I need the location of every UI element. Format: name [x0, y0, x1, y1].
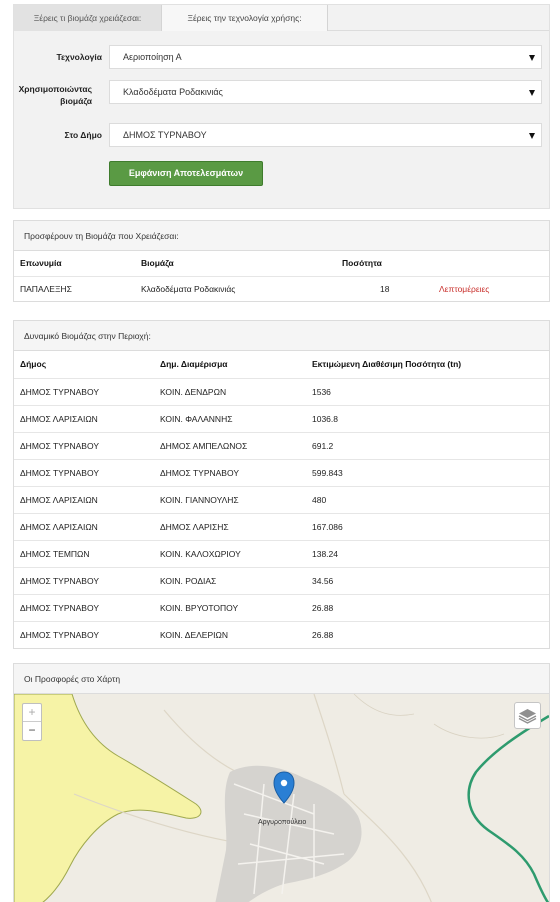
district-cell: ΚΟΙΝ. ΔΕΛΕΡΙΩΝ [160, 630, 228, 640]
municipality-cell: ΔΗΜΟΣ ΤΥΡΝΑΒΟΥ [20, 468, 99, 478]
col-district: Δημ. Διαμέρισμα [160, 359, 228, 369]
town-label: Αργυροπούλειο [258, 819, 307, 826]
municipality-cell: ΔΗΜΟΣ ΤΥΡΝΑΒΟΥ [20, 576, 99, 586]
chevron-down-icon [529, 55, 535, 61]
district-cell: ΔΗΜΟΣ ΤΥΡΝΑΒΟΥ [160, 468, 239, 478]
technology-select[interactable]: Αεριοποίηση Α [109, 45, 542, 69]
district-cell: ΚΟΙΝ. ΔΕΝΔΡΩΝ [160, 387, 227, 397]
technology-value: Αεριοποίηση Α [123, 52, 182, 62]
quantity-cell: 34.56 [312, 576, 334, 586]
quantity-cell: 26.88 [312, 603, 334, 613]
municipality-cell: ΔΗΜΟΣ ΤΥΡΝΑΒΟΥ [20, 630, 99, 640]
technology-label: Τεχνολογία [56, 52, 102, 62]
table-row: ΔΗΜΟΣ ΤΥΡΝΑΒΟΥ ΔΗΜΟΣ ΑΜΠΕΛΩΝΟΣ 691.2 [14, 432, 549, 459]
map-panel: Οι Προσφορές στο Χάρτη Αργυροπούλειο + − [13, 663, 550, 902]
layers-icon [518, 709, 537, 724]
table-row: ΔΗΜΟΣ ΛΑΡΙΣΑΙΩΝ ΚΟΙΝ. ΦΑΛΑΝΝΗΣ 1036.8 [14, 405, 549, 432]
tab-know-technology[interactable]: Ξέρεις την τεχνολογία χρήσης: [162, 5, 328, 31]
offer-quantity: 18 [380, 284, 390, 294]
district-cell: ΚΟΙΝ. ΦΑΛΑΝΝΗΣ [160, 414, 233, 424]
offers-map[interactable]: Αργυροπούλειο + − [14, 694, 549, 902]
biomass-value: Κλαδοδέματα Ροδακινιάς [123, 87, 223, 97]
offer-biomass: Κλαδοδέματα Ροδακινιάς [141, 284, 236, 294]
tab-know-biomass[interactable]: Ξέρεις τι βιομάζα χρειάζεσαι: [14, 5, 162, 31]
quantity-cell: 167.086 [312, 522, 343, 532]
table-row: ΔΗΜΟΣ ΤΥΡΝΑΒΟΥ ΔΗΜΟΣ ΤΥΡΝΑΒΟΥ 599.843 [14, 459, 549, 486]
map-title: Οι Προσφορές στο Χάρτη [14, 664, 549, 694]
table-row: ΔΗΜΟΣ ΤΥΡΝΑΒΟΥ ΚΟΙΝ. ΒΡΥΟΤΟΠΟΥ 26.88 [14, 594, 549, 621]
table-row: ΔΗΜΟΣ ΤΥΡΝΑΒΟΥ ΚΟΙΝ. ΡΟΔΙΑΣ 34.56 [14, 567, 549, 594]
municipality-cell: ΔΗΜΟΣ ΤΥΡΝΑΒΟΥ [20, 603, 99, 613]
municipality-cell: ΔΗΜΟΣ ΤΕΜΠΩΝ [20, 549, 90, 559]
biomass-title: Δυναμικό Βιομάζας στην Περιοχή: [14, 321, 549, 351]
chevron-down-icon [529, 90, 535, 96]
quantity-cell: 480 [312, 495, 327, 505]
quantity-cell: 1536 [312, 387, 331, 397]
quantity-cell: 26.88 [312, 630, 334, 640]
table-row: ΔΗΜΟΣ ΛΑΡΙΣΑΙΩΝ ΔΗΜΟΣ ΛΑΡΙΣΗΣ 167.086 [14, 513, 549, 540]
search-form-panel: Ξέρεις τι βιομάζα χρειάζεσαι: Ξέρεις την… [13, 4, 550, 209]
municipality-select[interactable]: ΔΗΜΟΣ ΤΥΡΝΑΒΟΥ [109, 123, 542, 147]
zoom-in-button[interactable]: + [23, 704, 41, 722]
col-biomass: Βιομάζα [141, 258, 174, 268]
district-cell: ΚΟΙΝ. ΓΙΑΝΝΟΥΛΗΣ [160, 495, 239, 505]
zoom-control: + − [22, 703, 42, 741]
offers-panel: Προσφέρουν τη Βιομάζα που Χρειάζεσαι: Επ… [13, 220, 550, 302]
municipality-cell: ΔΗΜΟΣ ΛΑΡΙΣΑΙΩΝ [20, 414, 98, 424]
col-estimated-quantity: Εκτιμώμενη Διαθέσιμη Ποσότητα (tn) [312, 359, 462, 369]
col-municipality: Δήμος [20, 359, 47, 369]
col-name: Επωνυμία [20, 258, 62, 268]
quantity-cell: 1036.8 [312, 414, 338, 424]
district-cell: ΔΗΜΟΣ ΑΜΠΕΛΩΝΟΣ [160, 441, 248, 451]
offers-table-header: Επωνυμία Βιομάζα Ποσότητα [14, 251, 549, 276]
biomass-potential-panel: Δυναμικό Βιομάζας στην Περιοχή: Δήμος Δη… [13, 320, 550, 649]
district-cell: ΚΟΙΝ. ΒΡΥΟΤΟΠΟΥ [160, 603, 239, 613]
biomass-rows: ΔΗΜΟΣ ΤΥΡΝΑΒΟΥ ΚΟΙΝ. ΔΕΝΔΡΩΝ 1536 ΔΗΜΟΣ ΛΑΡ… [14, 378, 549, 648]
district-cell: ΚΟΙΝ. ΚΑΛΟΧΩΡΙΟΥ [160, 549, 241, 559]
table-row: ΔΗΜΟΣ ΤΥΡΝΑΒΟΥ ΚΟΙΝ. ΔΕΛΕΡΙΩΝ 26.88 [14, 621, 549, 648]
municipality-cell: ΔΗΜΟΣ ΛΑΡΙΣΑΙΩΝ [20, 495, 98, 505]
biomass-table-header: Δήμος Δημ. Διαμέρισμα Εκτιμώμενη Διαθέσι… [14, 351, 549, 378]
col-quantity: Ποσότητα [342, 258, 382, 268]
municipality-label: Στο Δήμο [64, 130, 102, 140]
municipality-cell: ΔΗΜΟΣ ΤΥΡΝΑΒΟΥ [20, 387, 99, 397]
offers-title: Προσφέρουν τη Βιομάζα που Χρειάζεσαι: [14, 221, 549, 251]
offer-name: ΠΑΠΑΛΕΞΗΣ [20, 284, 72, 294]
district-cell: ΚΟΙΝ. ΡΟΔΙΑΣ [160, 576, 217, 586]
tab-bar: Ξέρεις τι βιομάζα χρειάζεσαι: Ξέρεις την… [14, 5, 549, 31]
municipality-cell: ΔΗΜΟΣ ΛΑΡΙΣΑΙΩΝ [20, 522, 98, 532]
biomass-select[interactable]: Κλαδοδέματα Ροδακινιάς [109, 80, 542, 104]
table-row: ΔΗΜΟΣ ΛΑΡΙΣΑΙΩΝ ΚΟΙΝ. ΓΙΑΝΝΟΥΛΗΣ 480 [14, 486, 549, 513]
municipality-value: ΔΗΜΟΣ ΤΥΡΝΑΒΟΥ [123, 130, 207, 140]
table-row: ΠΑΠΑΛΕΞΗΣ Κλαδοδέματα Ροδακινιάς 18 Λεπτ… [14, 276, 549, 301]
municipality-cell: ΔΗΜΟΣ ΤΥΡΝΑΒΟΥ [20, 441, 99, 451]
quantity-cell: 691.2 [312, 441, 334, 451]
details-link[interactable]: Λεπτομέρειες [439, 277, 489, 302]
map-tiles [14, 694, 549, 902]
table-row: ΔΗΜΟΣ ΤΕΜΠΩΝ ΚΟΙΝ. ΚΑΛΟΧΩΡΙΟΥ 138.24 [14, 540, 549, 567]
table-row: ΔΗΜΟΣ ΤΥΡΝΑΒΟΥ ΚΟΙΝ. ΔΕΝΔΡΩΝ 1536 [14, 378, 549, 405]
chevron-down-icon [529, 133, 535, 139]
quantity-cell: 599.843 [312, 468, 343, 478]
layers-button[interactable] [514, 702, 541, 729]
biomass-label: Χρησιμοποιώντας βιομάζα [18, 84, 92, 106]
zoom-out-button[interactable]: − [23, 722, 41, 740]
quantity-cell: 138.24 [312, 549, 338, 559]
district-cell: ΔΗΜΟΣ ΛΑΡΙΣΗΣ [160, 522, 229, 532]
show-results-button[interactable]: Εμφάνιση Αποτελεσμάτων [109, 161, 263, 186]
